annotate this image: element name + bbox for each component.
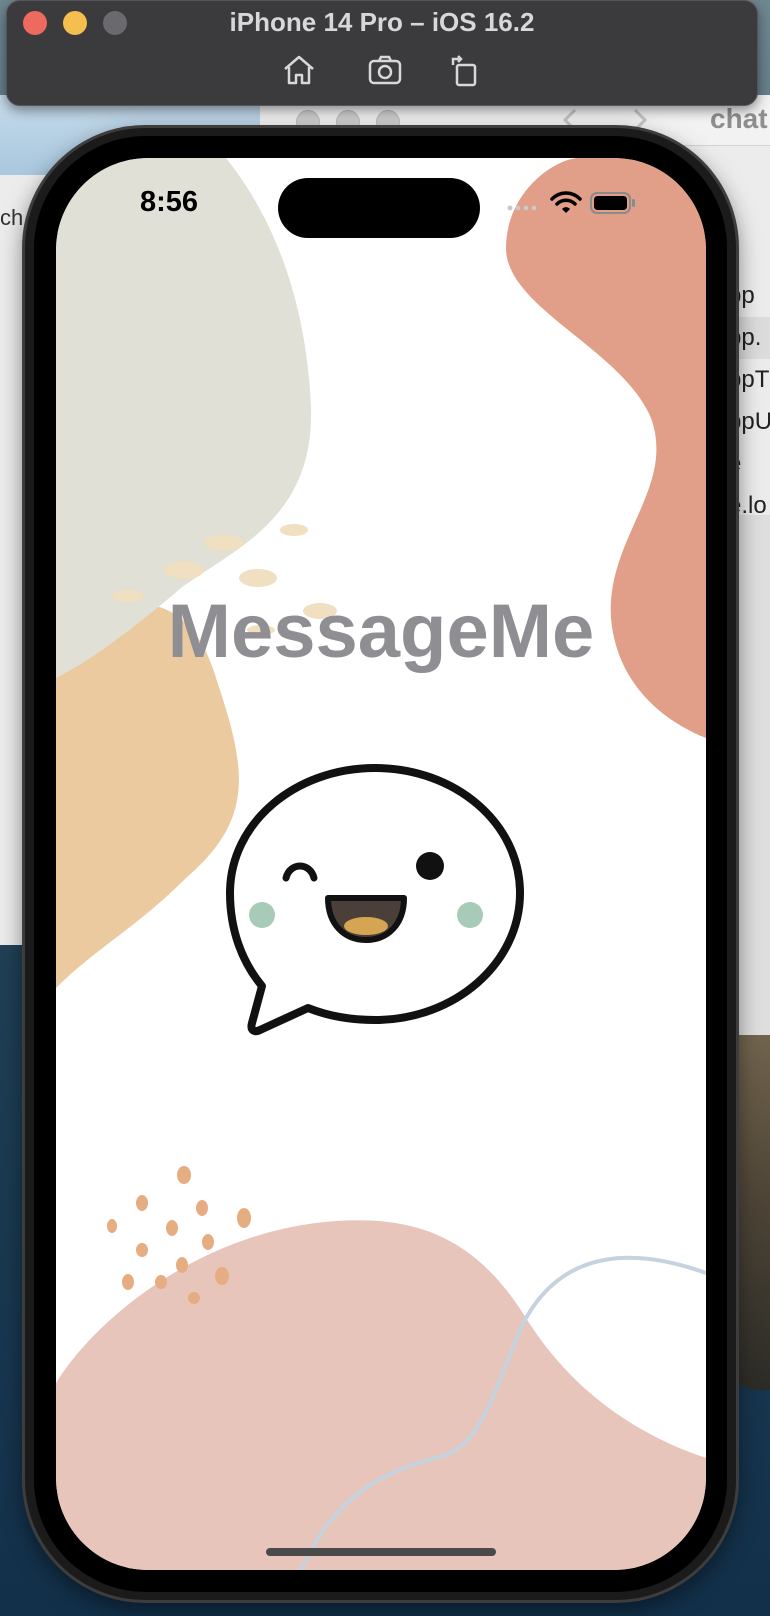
chat-bubble-smiley-icon [226,764,524,1036]
simulator-title-bar: iPhone 14 Pro – iOS 16.2 [6,0,758,106]
wifi-icon [550,191,582,213]
xcode-inspector-strip [735,515,770,1035]
blob-pink [56,1220,706,1570]
xcode-left-label: ch [0,205,24,230]
app-title: MessageMe [167,589,595,674]
rotate-icon[interactable] [447,53,483,87]
dynamic-island [278,178,480,238]
xcode-tab-title[interactable]: chat [710,103,768,135]
battery-icon [590,192,635,214]
signal-icon [507,205,537,211]
iphone-screen: 8:56 MessageMe [56,158,706,1570]
home-indicator[interactable] [266,1548,496,1556]
simulator-window-title: iPhone 14 Pro – iOS 16.2 [229,7,535,37]
screenshot-icon[interactable] [367,53,403,87]
home-icon[interactable] [281,53,317,87]
status-icons [506,190,656,220]
status-time: 8:56 [140,186,199,218]
